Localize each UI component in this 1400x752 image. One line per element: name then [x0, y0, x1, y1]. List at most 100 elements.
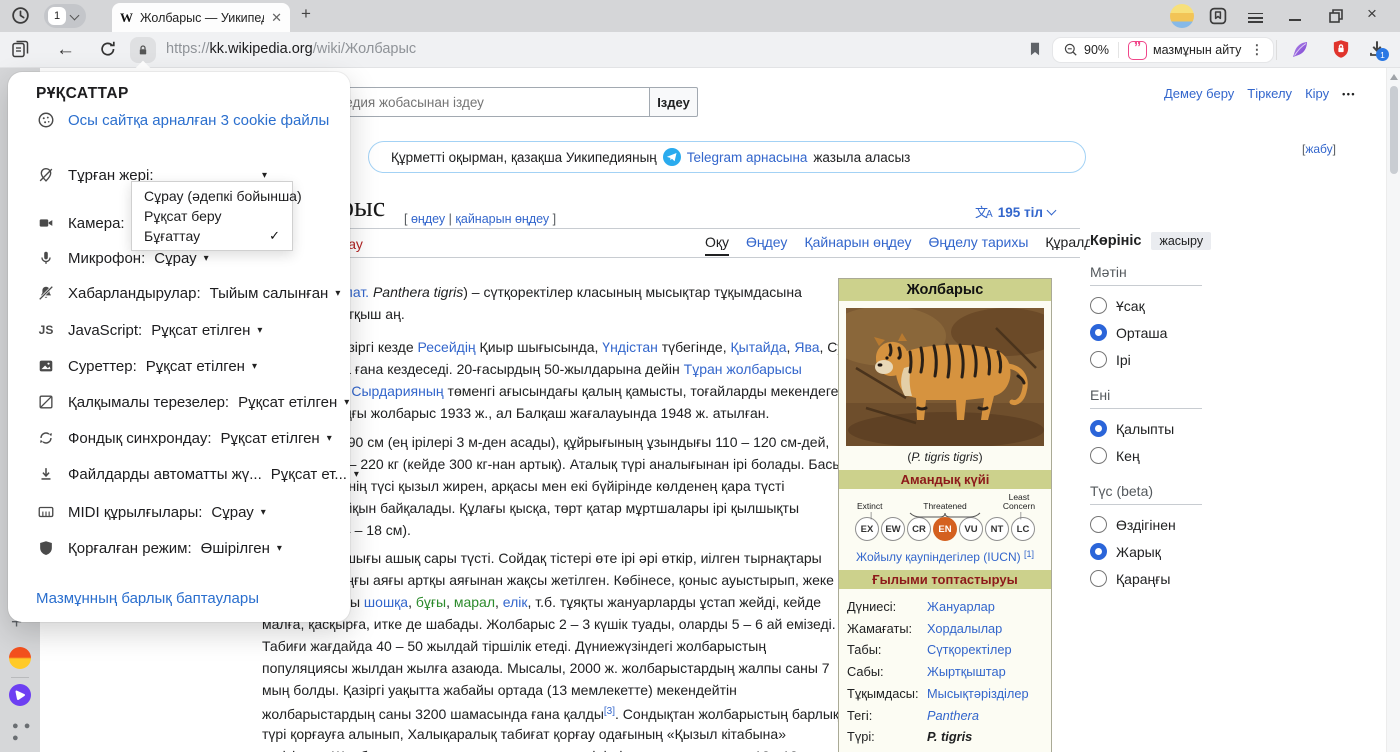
tableau-icon[interactable]: [1208, 6, 1228, 26]
bookmark-flag-icon[interactable]: [1026, 40, 1044, 58]
more-options-icon[interactable]: •••: [1342, 89, 1356, 99]
iucn-status-text[interactable]: Жойылу қаупіндегілер (IUCN) [1]: [843, 549, 1047, 564]
radio-button[interactable]: [1090, 543, 1107, 560]
account-link[interactable]: Демеу беру: [1164, 86, 1234, 101]
window-close-button[interactable]: ×: [1367, 4, 1377, 24]
permission-value[interactable]: Рұқсат етілген: [146, 358, 245, 375]
banner-close-link[interactable]: [жабу]: [1302, 142, 1336, 156]
dropdown-caret-icon[interactable]: ▾: [257, 325, 262, 336]
telegram-channel-link[interactable]: Telegram арнасына: [687, 150, 808, 165]
history-clock-icon[interactable]: [10, 5, 31, 26]
protect-shield-icon[interactable]: [1330, 38, 1352, 60]
menu-hamburger-icon[interactable]: [1248, 10, 1263, 26]
yandex-service-icon[interactable]: [9, 647, 31, 669]
wiki-link[interactable]: Ресейдің: [418, 339, 476, 355]
page-scrollbar[interactable]: [1386, 68, 1400, 752]
dropdown-caret-icon[interactable]: ▾: [204, 253, 209, 264]
new-tab-button[interactable]: +: [301, 4, 311, 24]
wiki-link[interactable]: Тұран жолбарысы: [684, 361, 802, 377]
back-button[interactable]: ←: [56, 39, 75, 61]
window-minimize-button[interactable]: [1289, 19, 1301, 21]
tab-Оқу[interactable]: Оқу: [705, 234, 729, 256]
dropdown-caret-icon[interactable]: ▾: [252, 361, 257, 372]
permission-value[interactable]: Рұқсат ет...: [271, 466, 347, 483]
radio-button[interactable]: [1090, 570, 1107, 587]
appearance-option-Жарық[interactable]: Жарық: [1090, 538, 1202, 565]
scroll-up-arrow-icon[interactable]: [1390, 74, 1398, 80]
dropdown-caret-icon[interactable]: ▾: [335, 288, 340, 299]
zoom-control[interactable]: 90%: [1063, 42, 1109, 58]
window-restore-button[interactable]: [1328, 8, 1344, 24]
permission-value[interactable]: Рұқсат етілген: [221, 430, 320, 447]
tab-group-chip[interactable]: 1: [44, 4, 86, 28]
permission-value[interactable]: Сұрау: [154, 250, 196, 267]
permission-value[interactable]: Өшірілген: [201, 540, 270, 557]
profile-avatar[interactable]: [1170, 4, 1194, 28]
dropdown-caret-icon[interactable]: ▾: [354, 469, 359, 480]
read-aloud-button[interactable]: ” мазмұнын айту: [1128, 41, 1241, 60]
dropdown-caret-icon[interactable]: ▾: [327, 433, 332, 444]
edit-link[interactable]: өңдеу: [411, 212, 445, 226]
wiki-link-green[interactable]: марал: [454, 594, 495, 610]
tab-Өңделу тарихы[interactable]: Өңделу тарихы: [929, 234, 1029, 254]
menu-item[interactable]: Сұрау (әдепкі бойынша): [132, 186, 292, 206]
taxonomy-value[interactable]: Сүтқоректілер: [927, 639, 1012, 661]
dropdown-caret-icon[interactable]: ▾: [277, 543, 282, 554]
reload-button[interactable]: [98, 39, 118, 59]
reference-link[interactable]: [3]: [604, 706, 615, 717]
content-settings-link[interactable]: Мазмұнның барлық баптаулары: [36, 590, 259, 607]
appearance-option-Ұсақ[interactable]: Ұсақ: [1090, 292, 1202, 319]
taxonomy-value[interactable]: Жануарлар: [927, 596, 995, 618]
dropdown-caret-icon[interactable]: ▾: [262, 170, 267, 181]
alice-assistant-icon[interactable]: [9, 684, 31, 706]
scrollbar-thumb[interactable]: [1390, 86, 1398, 174]
menu-item[interactable]: Рұқсат беру: [132, 206, 292, 226]
appearance-option-Өздігінен[interactable]: Өздігінен: [1090, 511, 1202, 538]
reference-link[interactable]: [1]: [1024, 549, 1034, 559]
wiki-link[interactable]: Сырдарияның: [351, 383, 443, 399]
appearance-option-Қараңғы[interactable]: Қараңғы: [1090, 565, 1202, 592]
close-label[interactable]: жабу: [1305, 142, 1332, 156]
downloads-button[interactable]: 1: [1366, 38, 1388, 60]
wiki-link-green[interactable]: бұғы: [416, 594, 446, 610]
site-security-lock-icon[interactable]: [130, 37, 156, 63]
wiki-link[interactable]: Қытайда: [731, 339, 787, 355]
sidebar-toggle-icon[interactable]: [10, 39, 30, 59]
language-selector[interactable]: 文A 195 тіл: [975, 202, 1055, 222]
wiki-link[interactable]: елік: [503, 594, 528, 610]
permission-value[interactable]: Сұрау: [211, 504, 253, 521]
appearance-option-Қалыпты[interactable]: Қалыпты: [1090, 415, 1202, 442]
wiki-link[interactable]: Ява: [794, 339, 819, 355]
permission-value[interactable]: Рұқсат етілген: [238, 394, 337, 411]
taxonomy-value[interactable]: Хордалылар: [927, 618, 1002, 640]
tab-close-icon[interactable]: ✕: [271, 10, 282, 26]
appearance-hide-button[interactable]: жасыру: [1151, 232, 1211, 250]
appearance-option-Орташа[interactable]: Орташа: [1090, 319, 1202, 346]
tiger-photo[interactable]: [846, 308, 1044, 446]
edit-source-link[interactable]: қайнарын өңдеу: [455, 212, 549, 226]
radio-button[interactable]: [1090, 297, 1107, 314]
cookies-link[interactable]: Осы сайтқа арналған 3 cookie файлы: [68, 112, 329, 129]
appearance-option-Кең[interactable]: Кең: [1090, 442, 1202, 469]
tab-Қайнарын өңдеу[interactable]: Қайнарын өңдеу: [804, 234, 911, 254]
radio-button[interactable]: [1090, 351, 1107, 368]
dropdown-caret-icon[interactable]: ▾: [344, 397, 349, 408]
radio-button[interactable]: [1090, 516, 1107, 533]
taxonomy-value[interactable]: Жыртқыштар: [927, 661, 1006, 683]
highlighter-pen-icon[interactable]: [1288, 38, 1312, 62]
wiki-link[interactable]: Үндістан: [602, 339, 658, 355]
account-link[interactable]: Кіру: [1305, 86, 1329, 101]
wiki-link[interactable]: шошқа: [364, 594, 408, 610]
tab-Өңдеу[interactable]: Өңдеу: [746, 234, 787, 254]
more-options-icon[interactable]: ⋮: [1250, 42, 1263, 58]
search-button[interactable]: Іздеу: [649, 87, 698, 117]
permission-value[interactable]: Тыйым салынған: [210, 285, 329, 302]
account-link[interactable]: Тіркелу: [1247, 86, 1292, 101]
radio-button[interactable]: [1090, 447, 1107, 464]
strip-more-icon[interactable]: ● ● ●: [12, 720, 40, 744]
taxonomy-value[interactable]: Мысықтәрізділер: [927, 683, 1029, 705]
radio-button[interactable]: [1090, 324, 1107, 341]
address-bar-url[interactable]: https://kk.wikipedia.org/wiki/Жолбарыс: [166, 41, 416, 57]
permission-value[interactable]: Рұқсат етілген: [151, 322, 250, 339]
dropdown-caret-icon[interactable]: ▾: [261, 507, 266, 518]
